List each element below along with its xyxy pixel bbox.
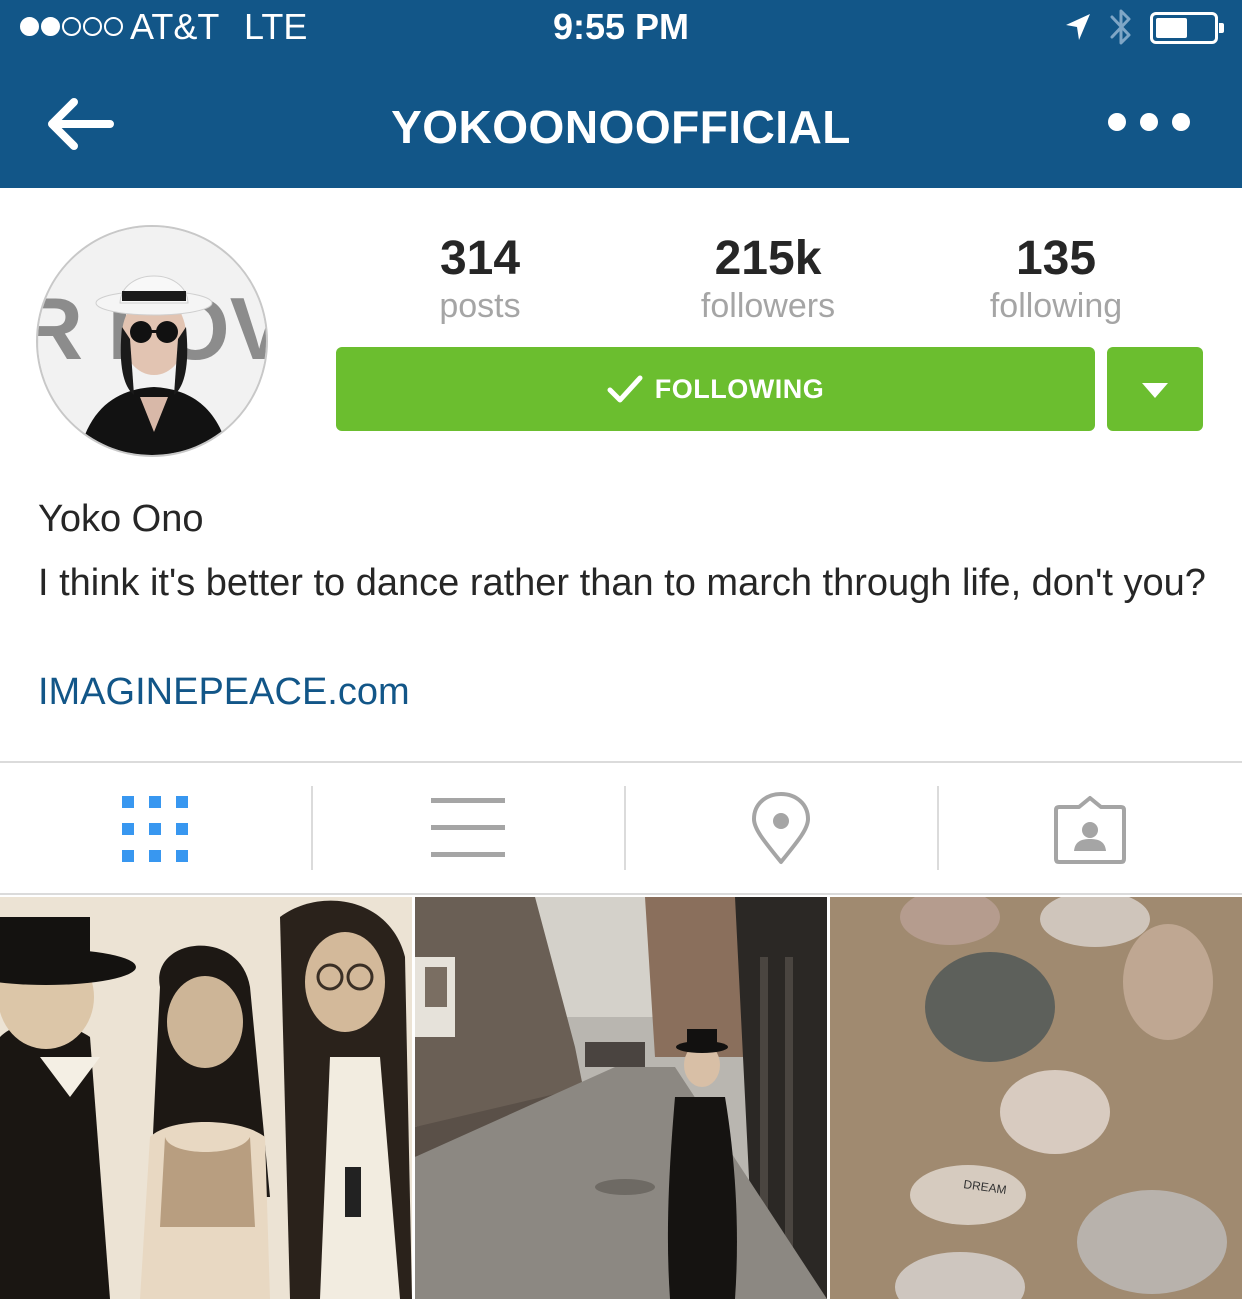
grid-photo-1[interactable]	[0, 897, 412, 1299]
tab-location[interactable]	[626, 763, 937, 893]
avatar-image: R LOV	[38, 227, 266, 455]
bluetooth-icon	[1110, 9, 1131, 45]
status-time: 9:55 PM	[552, 6, 690, 47]
posts-count[interactable]: 314 posts	[350, 228, 610, 325]
location-pin-icon	[752, 792, 810, 864]
tab-grid[interactable]	[0, 763, 311, 893]
tab-tagged[interactable]	[939, 763, 1242, 893]
grid-photo-3[interactable]: DREAM	[830, 897, 1242, 1299]
profile-website-link[interactable]: IMAGINEPEACE.com	[38, 671, 410, 714]
following-value: 135	[1015, 232, 1097, 285]
status-bar: AT&T LTE 9:55 PM	[0, 0, 1242, 56]
battery-icon	[1150, 12, 1224, 44]
grid-photo-2[interactable]	[415, 897, 827, 1299]
following-button-label: FOLLOWING	[654, 373, 825, 404]
following-button[interactable]: FOLLOWING	[336, 347, 1095, 431]
posts-label: posts	[439, 287, 521, 325]
grid-view-icon	[122, 796, 188, 862]
list-view-icon	[431, 798, 505, 857]
tab-list[interactable]	[313, 763, 624, 893]
caret-down-icon	[1142, 383, 1168, 398]
profile-avatar[interactable]: R LOV	[36, 225, 268, 457]
followers-value: 215k	[714, 232, 822, 285]
page-title: YOKOONOOFFICIAL	[391, 101, 851, 153]
photo-thumbnail: DREAM	[830, 897, 1242, 1299]
more-options-icon[interactable]	[1108, 110, 1190, 134]
following-count[interactable]: 135 following	[926, 228, 1186, 325]
navigation-bar: YOKOONOOFFICIAL	[0, 56, 1242, 188]
checkmark-icon	[607, 375, 643, 403]
app-header: AT&T LTE 9:55 PM YOKOONOOFFICIAL	[0, 0, 1242, 188]
profile-bio: I think it's better to dance rather than…	[38, 562, 1206, 604]
followers-count[interactable]: 215k followers	[638, 228, 898, 325]
posts-value: 314	[439, 232, 521, 285]
following-label: following	[989, 287, 1123, 325]
profile-name: Yoko Ono	[38, 498, 204, 540]
suggestions-dropdown-button[interactable]	[1107, 347, 1203, 431]
tagged-photos-icon	[1054, 796, 1126, 864]
photo-thumbnail	[415, 897, 827, 1299]
followers-label: followers	[700, 287, 836, 325]
location-arrow-icon	[1066, 14, 1090, 40]
photo-thumbnail	[0, 897, 412, 1299]
tabs-bottom-divider	[0, 893, 1242, 895]
